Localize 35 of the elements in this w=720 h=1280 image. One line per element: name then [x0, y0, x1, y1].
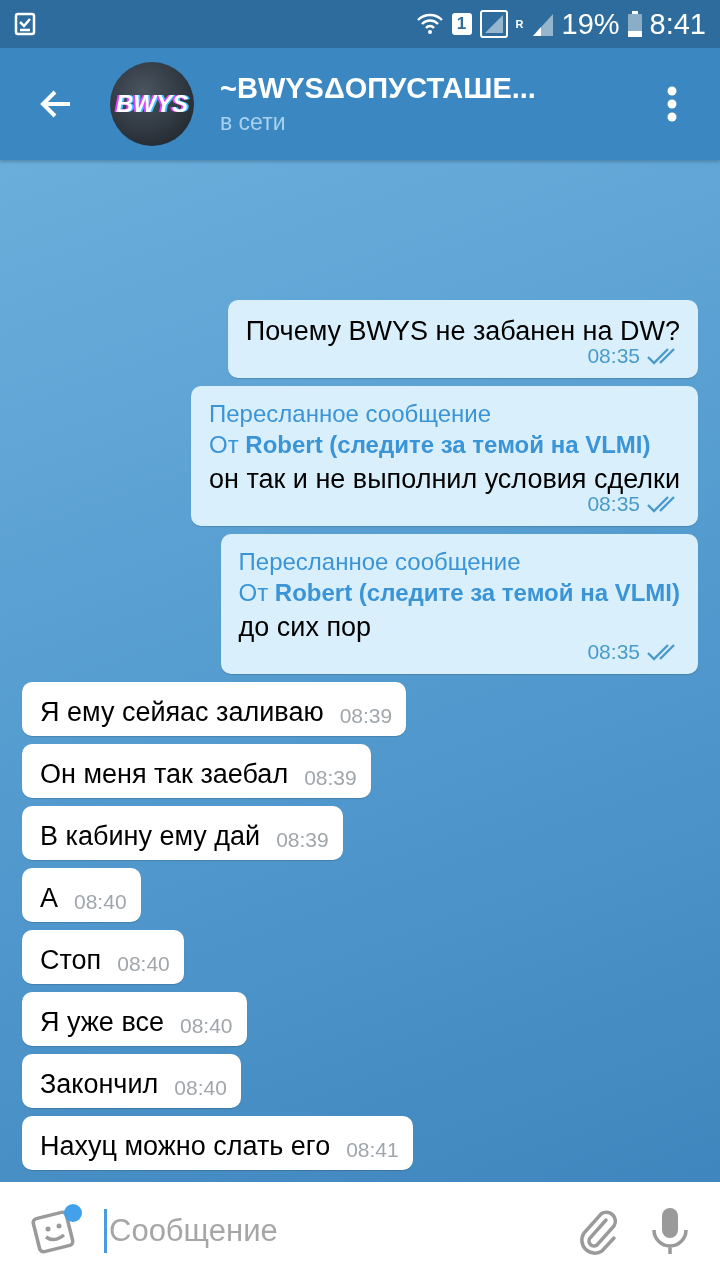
message-text: Нахуц можно слать его	[40, 1130, 331, 1162]
message-text: он так и не выполнил условия сделки	[209, 463, 680, 496]
message-time: 08:39	[276, 828, 329, 852]
more-menu-button[interactable]	[666, 86, 678, 122]
forwarded-from: От Robert (следите за темой на VLMI)	[209, 430, 652, 460]
roaming-indicator: R	[515, 18, 524, 30]
message-time: 08:40	[174, 1076, 227, 1100]
message-text: Я уже все	[40, 1006, 164, 1038]
message-text: Закончил	[40, 1068, 159, 1100]
chat-title: ~BWYSΔОПУСТАШЕ...	[220, 72, 537, 105]
clock: 8:41	[649, 7, 706, 41]
message-time: 08:40	[117, 952, 170, 976]
battery-percentage: 19%	[561, 7, 620, 41]
chat-status: в сети	[220, 109, 287, 136]
message-text: до сих пор	[238, 611, 373, 644]
message-text: В кабину ему дай	[40, 820, 261, 852]
signal-icon	[479, 10, 508, 38]
sim-badge: 1	[451, 13, 472, 35]
message-text: А	[40, 882, 58, 914]
checklist-icon	[14, 12, 36, 36]
message-time: 08:40	[179, 1014, 233, 1038]
message-time: 08:35	[587, 640, 640, 664]
message-time: 08:39	[304, 766, 357, 790]
message-text: Он меня так заебал	[40, 758, 289, 790]
forwarded-label: Пересланное сообщение	[238, 547, 522, 577]
forwarded-label: Пересланное сообщение	[209, 399, 493, 429]
forwarded-from: От Robert (следите за темой на VLMI)	[238, 578, 680, 608]
group-avatar: BWYS	[110, 62, 194, 146]
message-time: 08:39	[339, 704, 393, 728]
battery-icon	[627, 11, 642, 37]
message-text: Я ему сейяас заливаю	[40, 696, 324, 728]
message-input-field[interactable]: Сообщение	[104, 1209, 576, 1253]
message-text: Стоп	[40, 944, 102, 976]
message-time: 08:40	[74, 890, 127, 914]
message-time: 08:41	[346, 1138, 399, 1162]
